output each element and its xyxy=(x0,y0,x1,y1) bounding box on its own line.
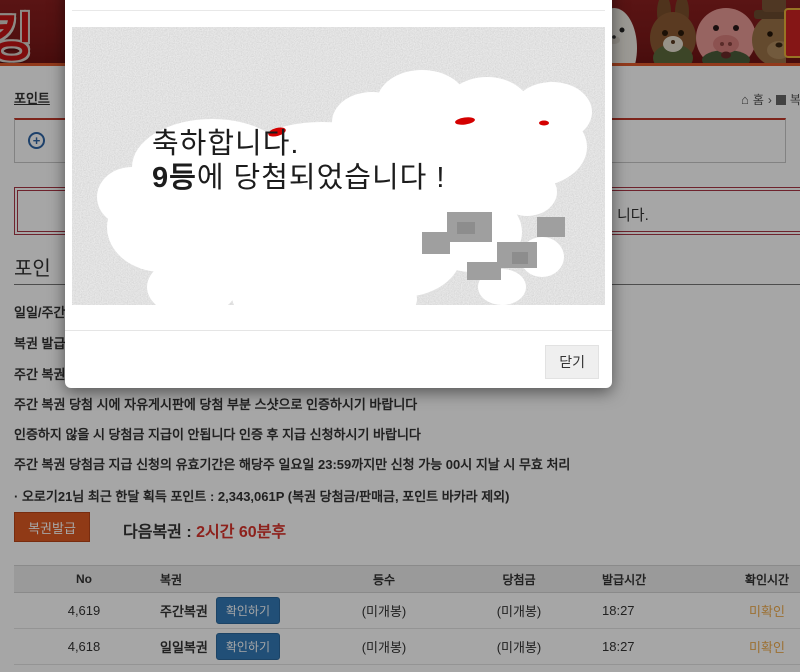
cell-issued: 18:27 xyxy=(594,639,724,654)
confirm-button[interactable]: 확인하기 xyxy=(216,597,280,624)
scratch-ticket-image: 축하합니다. 9등에 당첨되었습니다 ! xyxy=(72,27,605,305)
notice-line: 인증하지 않을 시 당첨금 지급이 안됩니다 인증 후 지급 신청하시기 바랍니… xyxy=(14,424,421,443)
site-logo[interactable]: 킹 xyxy=(0,0,30,63)
next-lottery-label: 다음복권 : 2시간 60분후 xyxy=(123,518,286,542)
cell-no: 4,618 xyxy=(14,639,154,654)
cell-prize: (미개봉) xyxy=(444,637,594,656)
cell-ticket: 일일복권 xyxy=(160,637,208,656)
col-header-prize: 당첨금 xyxy=(444,571,594,588)
confirm-button[interactable]: 확인하기 xyxy=(216,633,280,660)
lottery-table: No 복권 등수 당첨금 발급시간 확인시간 4,619 주간복권확인하기 (미… xyxy=(14,565,800,665)
cell-ticket: 주간복권 xyxy=(160,601,208,620)
col-header-checked: 확인시간 xyxy=(724,571,800,588)
col-header-no: No xyxy=(14,572,154,586)
rabbit-icon xyxy=(650,0,696,63)
notice-line: 일일/주간 xyxy=(14,302,65,321)
cell-prize: (미개봉) xyxy=(444,601,594,620)
notice-line: 주간 복권 당첨 시에 자유게시판에 당첨 부분 스샷으로 인증하시기 바랍니다 xyxy=(14,394,417,413)
col-header-rank: 등수 xyxy=(324,571,444,588)
notice-line: 복권 발급 xyxy=(14,333,65,352)
breadcrumb-chevron-icon: › xyxy=(768,93,772,107)
close-button[interactable]: 닫기 xyxy=(545,345,599,379)
breadcrumb-current: 복권 xyxy=(790,91,800,108)
character-banner-image xyxy=(586,0,786,63)
table-row: 4,618 일일복권 확인하기 (미개봉) (미개봉) 18:27 미확인 xyxy=(14,629,800,665)
col-header-ticket: 복권 xyxy=(154,571,324,588)
expand-plus-icon[interactable]: + xyxy=(28,132,45,149)
cell-rank: (미개봉) xyxy=(324,637,444,656)
alert-text-fragment: 니다. xyxy=(617,204,649,225)
table-header-row: No 복권 등수 당첨금 발급시간 확인시간 xyxy=(14,565,800,593)
pig-icon xyxy=(696,8,756,63)
home-icon[interactable]: ⌂ xyxy=(741,92,749,107)
congrats-modal: 축하합니다. 9등에 당첨되었습니다 ! 닫기 xyxy=(65,0,612,388)
modal-footer: 닫기 xyxy=(65,330,612,388)
notice-line: 주간 복권 xyxy=(14,364,65,383)
username: 오로기21 xyxy=(22,489,72,504)
beaver-icon xyxy=(752,0,786,63)
next-lottery-countdown: 2시간 60분후 xyxy=(196,524,286,541)
congrats-line1: 축하합니다. xyxy=(152,127,445,161)
cell-status: 미확인 xyxy=(724,601,800,620)
point-nav-link[interactable]: 포인트 xyxy=(14,88,50,107)
notice-line-validity: 주간 복권 당첨금 지급 신청의 유효기간은 해당주 일요일 23:59까지만 … xyxy=(14,454,570,473)
cell-no: 4,619 xyxy=(14,603,154,618)
cell-issued: 18:27 xyxy=(594,603,724,618)
breadcrumb-home[interactable]: 홈 xyxy=(753,91,764,108)
user-points-line: · 오로기21님 최근 한달 획득 포인트 : 2,343,061P (복권 당… xyxy=(14,486,509,505)
banner-sign xyxy=(784,8,800,58)
cell-status: 미확인 xyxy=(724,637,800,656)
col-header-issued: 발급시간 xyxy=(594,571,724,588)
congrats-line2: 9등에 당첨되었습니다 ! xyxy=(152,161,445,195)
modal-header-divider xyxy=(72,10,605,11)
table-row: 4,619 주간복권 확인하기 (미개봉) (미개봉) 18:27 미확인 xyxy=(14,593,800,629)
breadcrumb: ⌂ 홈 › 복권 xyxy=(741,91,800,108)
win-rank: 9등 xyxy=(152,162,197,194)
cell-rank: (미개봉) xyxy=(324,601,444,620)
congrats-message: 축하합니다. 9등에 당첨되었습니다 ! xyxy=(152,127,445,195)
page-icon xyxy=(776,95,786,105)
issue-lottery-button[interactable]: 복권발급 xyxy=(14,512,90,542)
